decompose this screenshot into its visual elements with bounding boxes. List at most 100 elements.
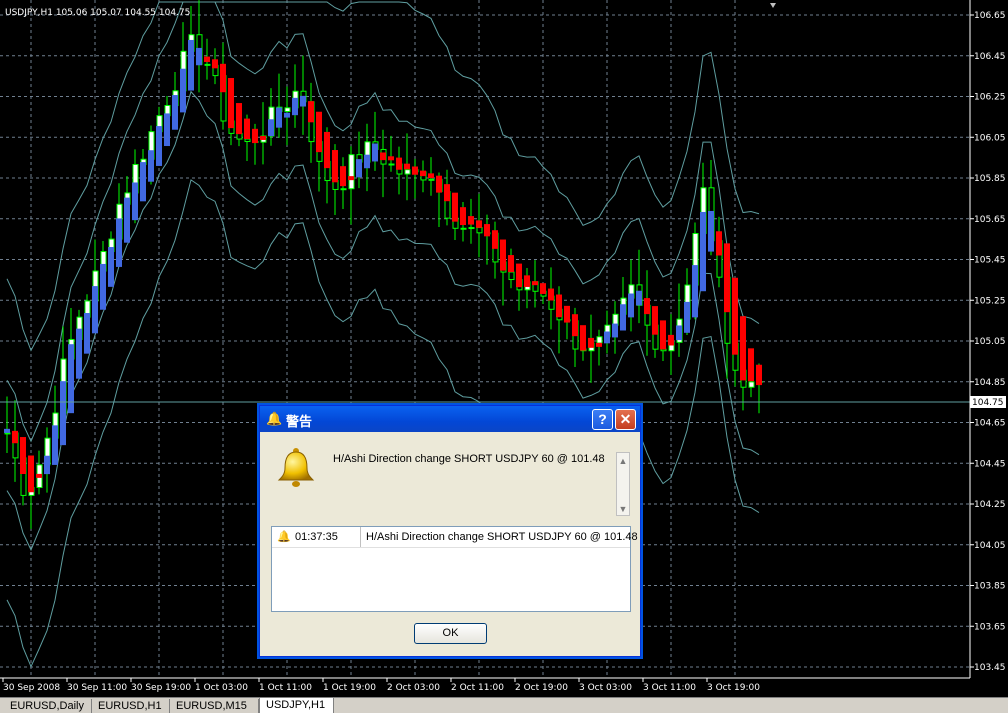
candle-body <box>4 432 11 435</box>
column-separator <box>360 527 361 547</box>
scroll-down-icon[interactable]: ▼ <box>618 503 628 515</box>
heiken-ashi-bar <box>356 159 362 178</box>
candle-body <box>404 169 411 175</box>
chart-tabs: EURUSD,Daily EURUSD,H1 EURUSD,M15 USDJPY… <box>0 697 1008 713</box>
price-tick-label: 104.85 <box>974 378 1006 388</box>
list-item[interactable]: 🔔 01:37:35 H/Ashi Direction change SHORT… <box>272 527 638 548</box>
price-axis: 106.65 106.45 106.25 106.05 105.85 105.65 105.… <box>969 0 1006 678</box>
price-tick-label: 105.05 <box>974 337 1006 347</box>
price-tick-label: 103.65 <box>974 622 1006 632</box>
heiken-ashi-bar <box>396 157 402 170</box>
heiken-ashi-bar <box>4 428 10 433</box>
ok-button[interactable]: OK <box>414 623 487 644</box>
heiken-ashi-bar <box>548 288 554 301</box>
heiken-ashi-bar <box>20 437 26 475</box>
time-tick-label: 2 Oct 19:00 <box>515 683 568 693</box>
heiken-ashi-bar <box>172 95 178 130</box>
heiken-ashi-bar <box>212 59 218 69</box>
heiken-ashi-bar <box>716 231 722 256</box>
chart-header: USDJPY,H1 105.06 105.07 104.55 104.75 <box>5 8 190 18</box>
heiken-ashi-bar <box>444 184 450 202</box>
candle-body <box>284 107 291 112</box>
heiken-ashi-bar <box>36 473 42 478</box>
heiken-ashi-bar <box>124 197 130 243</box>
scroll-up-icon[interactable]: ▲ <box>618 455 628 467</box>
price-tick-label: 104.45 <box>974 459 1006 469</box>
time-tick-label: 1 Oct 11:00 <box>259 683 312 693</box>
heiken-ashi-bar <box>204 56 210 63</box>
heiken-ashi-bar <box>708 210 714 252</box>
price-tick-label: 103.45 <box>974 663 1006 673</box>
heiken-ashi-bar <box>100 263 106 310</box>
help-button[interactable]: ? <box>592 409 613 430</box>
candle-body <box>236 132 243 140</box>
heiken-ashi-bar <box>732 277 738 355</box>
heiken-ashi-bar <box>52 425 58 465</box>
heiken-ashi-bar <box>668 334 674 346</box>
tab-eurusd-h1[interactable]: EURUSD,H1 <box>92 699 170 713</box>
heiken-ashi-bar <box>228 78 234 129</box>
heiken-ashi-bar <box>612 323 618 338</box>
heiken-ashi-bar <box>756 364 762 386</box>
heiken-ashi-bar <box>636 290 642 306</box>
heiken-ashi-bar <box>516 263 522 288</box>
heiken-ashi-bar <box>292 97 298 116</box>
candle-body <box>660 348 667 352</box>
heiken-ashi-bar <box>388 156 394 161</box>
heiken-ashi-bar <box>180 68 186 113</box>
heiken-ashi-bar <box>236 103 242 135</box>
heiken-ashi-bar <box>164 113 170 147</box>
candle-body <box>596 336 603 344</box>
heiken-ashi-bar <box>372 143 378 162</box>
candle-body <box>612 313 619 326</box>
alert-dialog: 🔔 警告 ? ✕ H/Ashi Direction change SHORT U… <box>259 405 641 657</box>
price-tick-label: 104.25 <box>974 500 1006 510</box>
dialog-title: 警告 <box>286 414 313 429</box>
candle-body <box>476 227 483 234</box>
heiken-ashi-bar <box>412 166 418 175</box>
close-button[interactable]: ✕ <box>615 409 636 430</box>
message-scrollbar[interactable]: ▲ ▼ <box>616 452 630 516</box>
heiken-ashi-bar <box>148 150 154 182</box>
heiken-ashi-bar <box>652 306 658 335</box>
heiken-ashi-bar <box>364 154 370 169</box>
time-tick-label: 3 Oct 19:00 <box>707 683 760 693</box>
bell-icon: 🔔 <box>277 531 291 543</box>
heiken-ashi-bar <box>532 281 538 286</box>
heiken-ashi-bar <box>508 255 514 273</box>
heiken-ashi-bar <box>108 247 114 287</box>
alert-row-message: H/Ashi Direction change SHORT USDJPY 60 … <box>366 531 638 543</box>
candle-body <box>460 227 467 230</box>
price-tick-label: 105.85 <box>974 174 1006 184</box>
time-tick-label: 30 Sep 2008 <box>3 683 60 693</box>
alert-history-list[interactable]: 🔔 01:37:35 H/Ashi Direction change SHORT… <box>271 526 638 612</box>
tab-eurusd-daily[interactable]: EURUSD,Daily <box>4 699 92 713</box>
heiken-ashi-bar <box>268 119 274 137</box>
tab-usdjpy-h1[interactable]: USDJPY,H1 <box>259 698 334 713</box>
heiken-ashi-bar <box>564 305 570 323</box>
heiken-ashi-bar <box>276 107 282 128</box>
heiken-ashi-bar <box>260 135 266 140</box>
heiken-ashi-bar <box>524 275 530 287</box>
heiken-ashi-bar <box>748 348 754 382</box>
time-tick-label: 3 Oct 11:00 <box>643 683 696 693</box>
heiken-ashi-bar <box>468 216 474 225</box>
price-tick-label: 106.05 <box>974 133 1006 143</box>
candle-body <box>244 138 251 143</box>
bell-icon: 🔔 <box>266 411 283 426</box>
time-tick-label: 3 Oct 03:00 <box>579 683 632 693</box>
price-tick-label: 105.25 <box>974 296 1006 306</box>
dialog-titlebar[interactable]: 🔔 警告 ? ✕ <box>260 406 640 432</box>
candle-body <box>204 63 211 66</box>
scroll-marker-icon <box>770 3 776 8</box>
heiken-ashi-bar <box>140 162 146 202</box>
tab-eurusd-m15[interactable]: EURUSD,M15 <box>170 699 259 713</box>
time-tick-label: 30 Sep 11:00 <box>67 683 127 693</box>
heiken-ashi-bar <box>116 218 122 267</box>
heiken-ashi-bar <box>220 63 226 93</box>
candle-body <box>388 163 395 166</box>
price-tick-label: 106.25 <box>974 93 1006 103</box>
heiken-ashi-bar <box>300 95 306 107</box>
heiken-ashi-bar <box>724 243 730 313</box>
heiken-ashi-bar <box>348 176 354 181</box>
